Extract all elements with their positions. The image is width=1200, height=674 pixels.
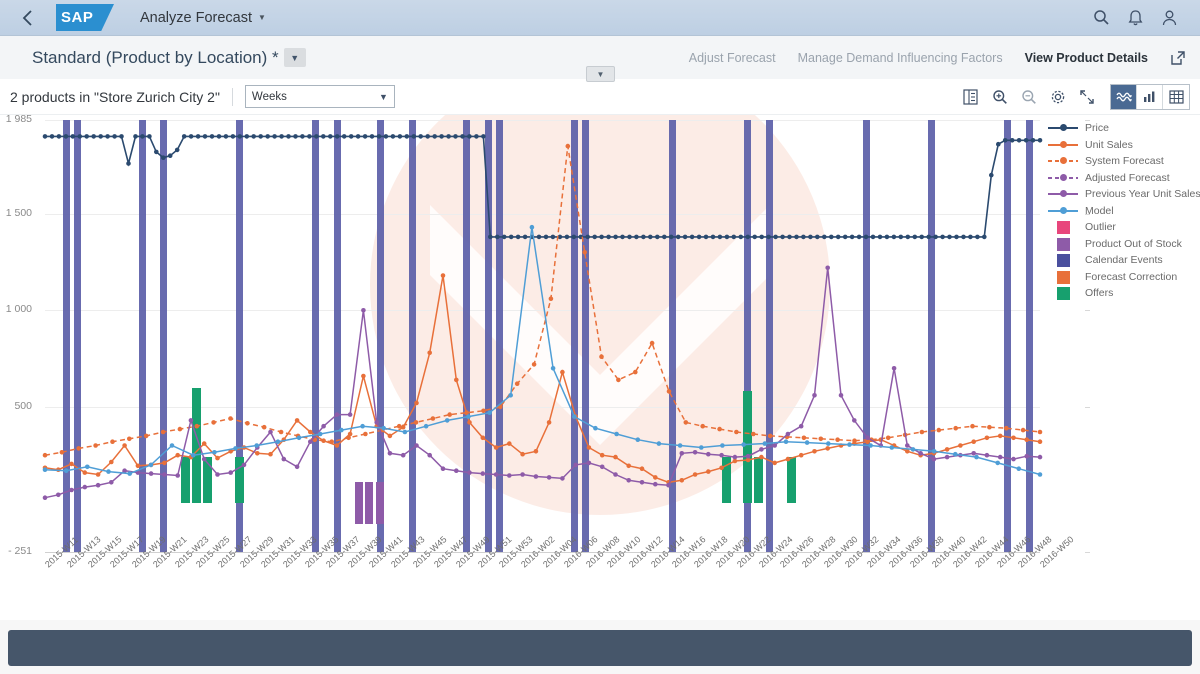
period-select[interactable]: Weeks ▼ [245,85,395,108]
legend-marker-icon [1048,139,1078,151]
legend-item-label: Product Out of Stock [1085,238,1182,250]
zoom-in-button[interactable] [986,84,1013,110]
back-button[interactable] [14,4,42,32]
search-button[interactable] [1084,1,1118,35]
settings-icon [1050,89,1066,105]
legend-item-product-out-of-stock[interactable]: Product Out of Stock [1048,236,1198,253]
open-in-new-icon [1170,50,1186,66]
legend-item-label: Adjusted Forecast [1085,172,1170,184]
legend-item-label: Previous Year Unit Sales [1085,188,1200,200]
y-axis-tick-label: - 251 [0,545,32,557]
chart-legend: Price Unit Sales System Forecast Adjusted F… [1048,120,1198,302]
settings-button[interactable] [1044,84,1071,110]
legend-button[interactable] [957,84,984,110]
chevron-down-icon[interactable]: ▼ [284,48,306,67]
legend-icon [963,89,978,105]
legend-item-label: Unit Sales [1085,139,1133,151]
legend-item-label: Offers [1085,287,1113,299]
zoom-in-icon [992,89,1008,105]
plot-area: 1 9851 5001 000500- 251 [45,120,1040,552]
toolbar-divider [232,88,233,106]
footer-zone [0,620,1200,674]
sap-logo-text: SAP [56,9,93,26]
variant-label: Standard (Product by Location) * [32,48,279,68]
legend-marker-icon [1048,172,1078,184]
view-mode-bar-chart[interactable] [1137,85,1163,109]
y-axis-tick-label: 1 985 [0,115,32,125]
legend-item-calendar-events[interactable]: Calendar Events [1048,252,1198,269]
sap-logo[interactable]: SAP [56,4,114,31]
legend-item-label: Price [1085,122,1109,134]
legend-item-adjusted-forecast[interactable]: Adjusted Forecast [1048,170,1198,187]
legend-marker-icon [1048,155,1078,167]
legend-marker-icon [1048,221,1078,233]
line-chart-icon [1116,90,1132,103]
chevron-left-icon [22,9,34,27]
collapse-header-button[interactable]: ▼ [586,66,615,82]
view-product-details-link[interactable]: View Product Details [1025,51,1148,65]
fullscreen-button[interactable] [1073,84,1100,110]
forecast-chart[interactable]: 1 9851 5001 000500- 251 2015-W112015-W13… [0,115,1200,620]
legend-marker-icon [1048,122,1078,134]
fullscreen-icon [1079,89,1095,105]
y-axis-tick-label: 1 500 [0,207,32,219]
legend-item-label: Calendar Events [1085,254,1163,266]
chevron-down-icon: ▼ [379,92,388,102]
bar-chart-icon [1142,90,1157,103]
app-title-label: Analyze Forecast [140,10,252,26]
manage-demand-influencing-factors-link[interactable]: Manage Demand Influencing Factors [798,51,1003,65]
view-mode-table[interactable] [1163,85,1189,109]
zoom-out-icon [1021,89,1037,105]
legend-item-offers[interactable]: Offers [1048,285,1198,302]
legend-marker-icon [1048,188,1078,200]
user-button[interactable] [1152,1,1186,35]
app-title-menu[interactable]: Analyze Forecast ▼ [140,10,266,26]
legend-marker-icon [1048,254,1078,266]
adjust-forecast-link[interactable]: Adjust Forecast [689,51,776,65]
footer-bar[interactable] [8,630,1192,666]
legend-item-label: Forecast Correction [1085,271,1177,283]
shell-header: SAP Analyze Forecast ▼ [0,0,1200,36]
legend-item-label: Outlier [1085,221,1116,233]
toolbar-right-actions [957,84,1190,110]
legend-marker-icon [1048,287,1078,299]
notifications-button[interactable] [1118,1,1152,35]
period-select-value: Weeks [252,91,287,103]
subheader-actions: Adjust Forecast Manage Demand Influencin… [689,50,1186,66]
series-price[interactable] [43,134,1043,239]
legend-marker-icon [1048,205,1078,217]
series-model[interactable] [43,225,1043,477]
legend-item-label: System Forecast [1085,155,1164,167]
y-axis-tick [1085,407,1090,408]
chart-context-title: 2 products in "Store Zurich City 2" [10,89,220,105]
legend-item-price[interactable]: Price [1048,120,1198,137]
legend-item-outlier[interactable]: Outlier [1048,219,1198,236]
y-axis-tick-label: 500 [0,400,32,412]
y-axis-tick [1085,552,1090,553]
open-in-new-button[interactable] [1170,50,1186,66]
chart-toolbar: 2 products in "Store Zurich City 2" Week… [0,79,1200,115]
legend-item-system-forecast[interactable]: System Forecast [1048,153,1198,170]
view-mode-line-chart[interactable] [1111,85,1137,109]
legend-marker-icon [1048,271,1078,283]
zoom-out-button[interactable] [1015,84,1042,110]
legend-item-label: Model [1085,205,1114,217]
chevron-down-icon: ▼ [258,13,266,22]
variant-selector[interactable]: Standard (Product by Location) * ▼ [32,48,306,68]
legend-item-model[interactable]: Model [1048,203,1198,220]
y-axis-tick [1085,310,1090,311]
search-icon [1093,9,1110,26]
view-mode-group [1110,84,1190,110]
legend-item-forecast-correction[interactable]: Forecast Correction [1048,269,1198,286]
legend-marker-icon [1048,238,1078,250]
series-layer [45,120,1040,552]
person-icon [1161,9,1178,27]
legend-item-unit-sales[interactable]: Unit Sales [1048,137,1198,154]
y-axis-tick-label: 1 000 [0,303,32,315]
legend-item-previous-year-unit-sales[interactable]: Previous Year Unit Sales [1048,186,1198,203]
bell-icon [1127,9,1144,27]
table-icon [1169,90,1184,104]
